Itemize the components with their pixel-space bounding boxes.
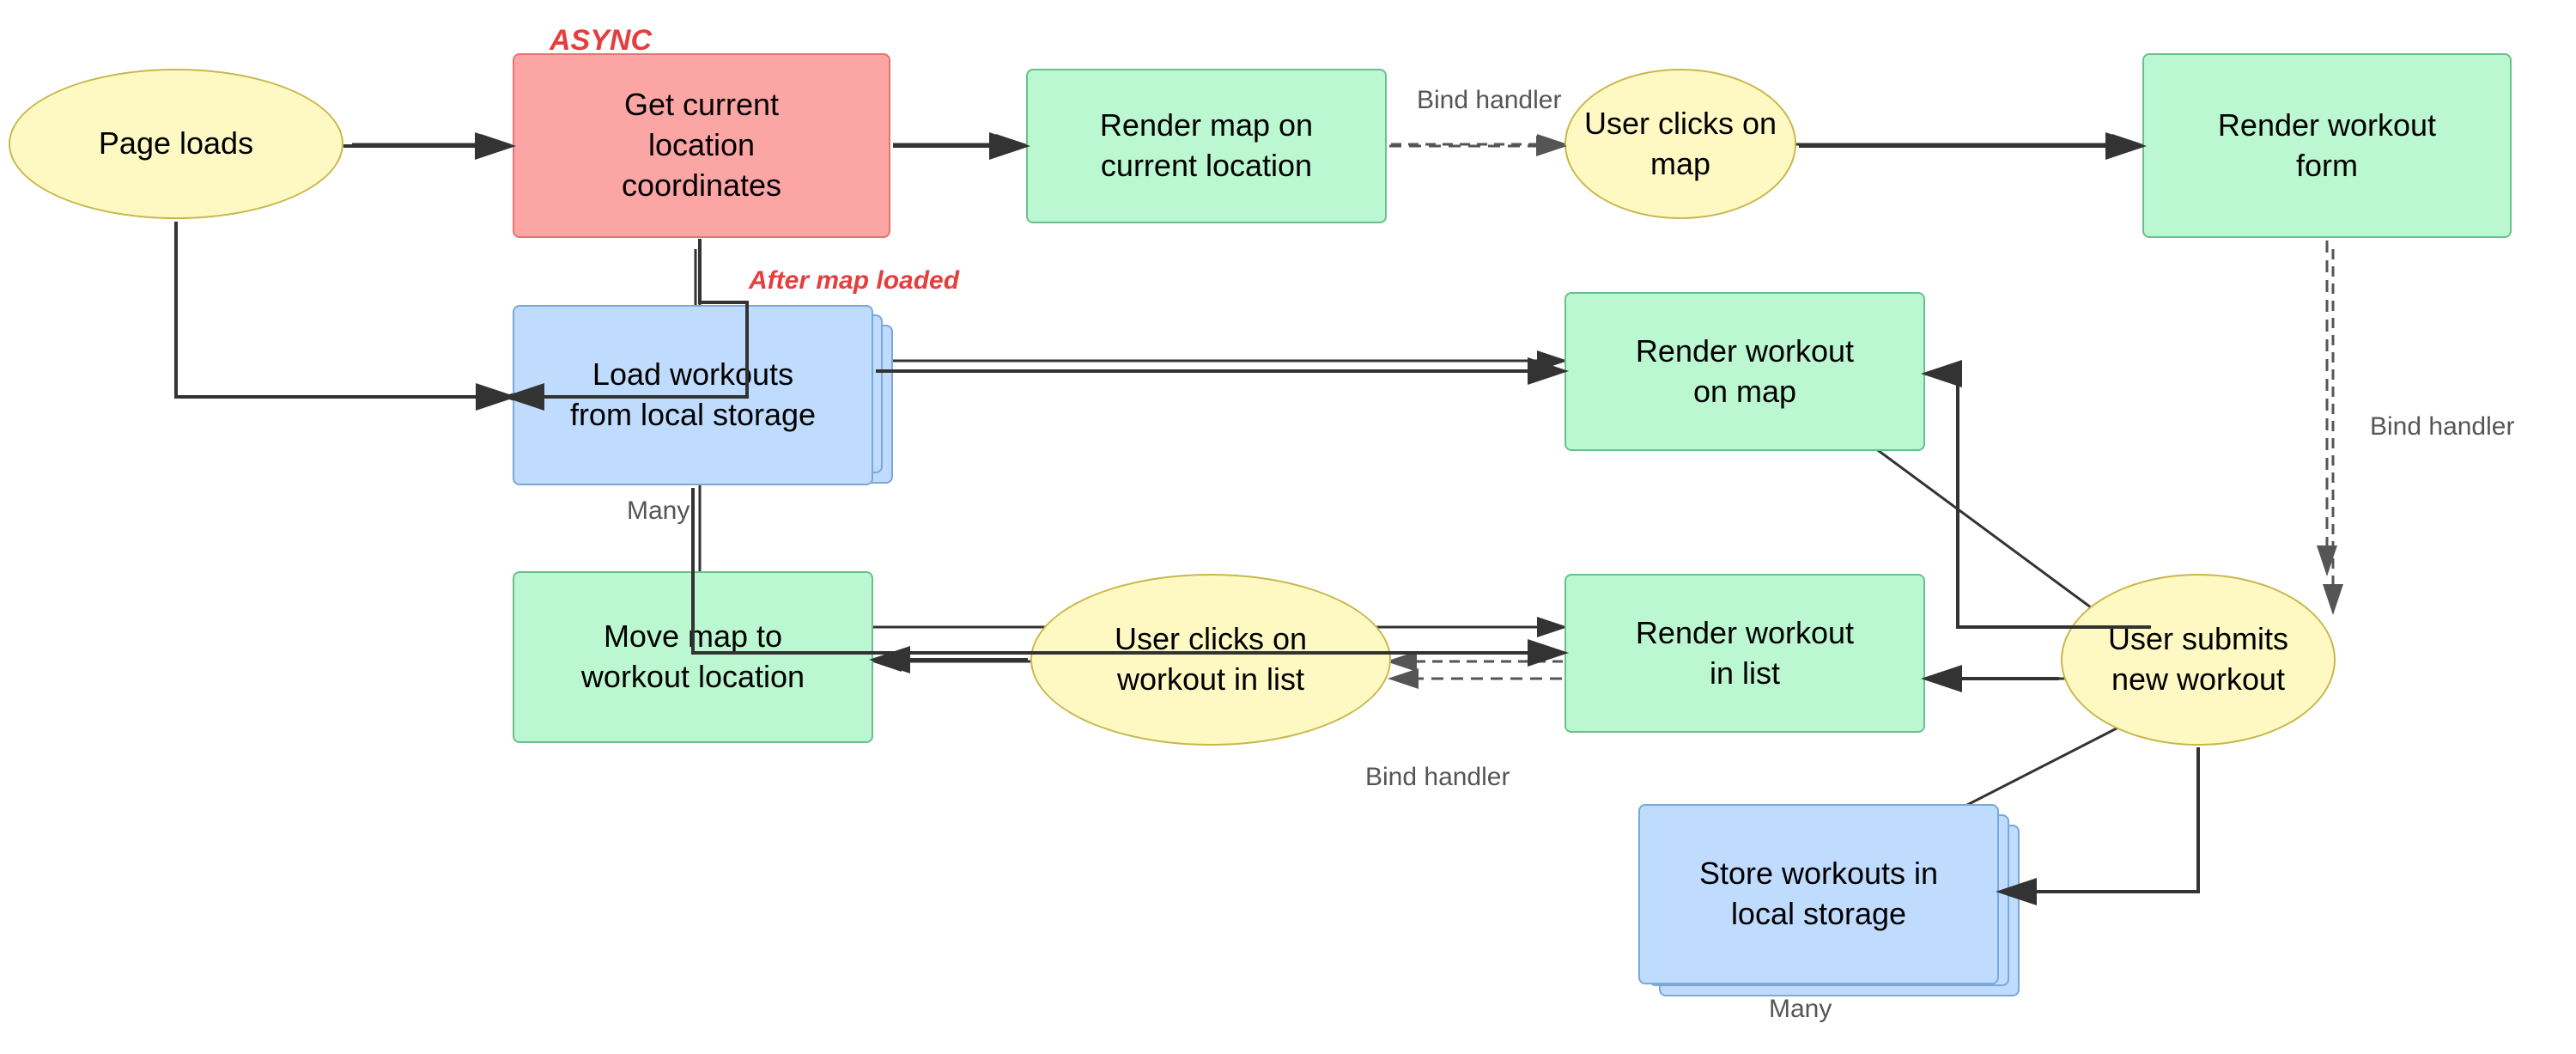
render-workout-map-label: Render workout on map bbox=[1636, 332, 1854, 412]
flowchart-diagram: Page loads ASYNC Get current location co… bbox=[0, 0, 2576, 1054]
page-loads-label: Page loads bbox=[99, 124, 253, 164]
get-location-node: Get current location coordinates bbox=[513, 53, 890, 238]
load-workouts-label: Load workouts from local storage bbox=[570, 355, 816, 436]
get-location-label: Get current location coordinates bbox=[622, 85, 781, 205]
user-submits-node: User submits new workout bbox=[2061, 574, 2336, 746]
bind-handler-3-text: Bind handler bbox=[1365, 763, 1510, 791]
move-map-label: Move map to workout location bbox=[581, 617, 805, 698]
page-loads-node: Page loads bbox=[9, 69, 343, 219]
bind-handler-2-text: Bind handler bbox=[2370, 412, 2514, 441]
store-workouts-node: Store workouts in local storage bbox=[1638, 804, 1999, 984]
user-clicks-workout-node: User clicks on workout in list bbox=[1030, 574, 1391, 746]
many-load-text: Many bbox=[627, 497, 690, 525]
store-workouts-label: Store workouts in local storage bbox=[1699, 854, 1938, 935]
async-text: ASYNC bbox=[550, 24, 652, 57]
bind-handler-1-text: Bind handler bbox=[1417, 86, 1561, 114]
many-store-text: Many bbox=[1769, 995, 1832, 1023]
bind-handler-3-label: Bind handler bbox=[1365, 763, 1510, 792]
render-workout-list-node: Render workout in list bbox=[1564, 574, 1925, 733]
render-map-node: Render map on current location bbox=[1026, 69, 1387, 223]
user-clicks-map-node: User clicks on map bbox=[1564, 69, 1796, 219]
render-workout-list-label: Render workout in list bbox=[1636, 613, 1854, 694]
render-workout-form-label: Render workout form bbox=[2218, 106, 2436, 186]
load-workouts-node: Load workouts from local storage bbox=[513, 305, 873, 485]
after-map-loaded-label: After map loaded bbox=[749, 266, 959, 295]
render-workout-form-node: Render workout form bbox=[2142, 53, 2512, 238]
many-store-label: Many bbox=[1769, 995, 1832, 1024]
render-workout-map-node: Render workout on map bbox=[1564, 292, 1925, 451]
after-map-loaded-text: After map loaded bbox=[749, 266, 959, 295]
user-submits-label: User submits new workout bbox=[2108, 619, 2288, 700]
bind-handler-2-label: Bind handler bbox=[2370, 412, 2514, 442]
render-map-label: Render map on current location bbox=[1100, 106, 1313, 186]
user-clicks-map-label: User clicks on map bbox=[1584, 104, 1777, 185]
bind-handler-1-label: Bind handler bbox=[1417, 86, 1561, 115]
move-map-node: Move map to workout location bbox=[513, 571, 873, 743]
many-load-label: Many bbox=[627, 497, 690, 526]
user-clicks-workout-label: User clicks on workout in list bbox=[1115, 619, 1307, 700]
